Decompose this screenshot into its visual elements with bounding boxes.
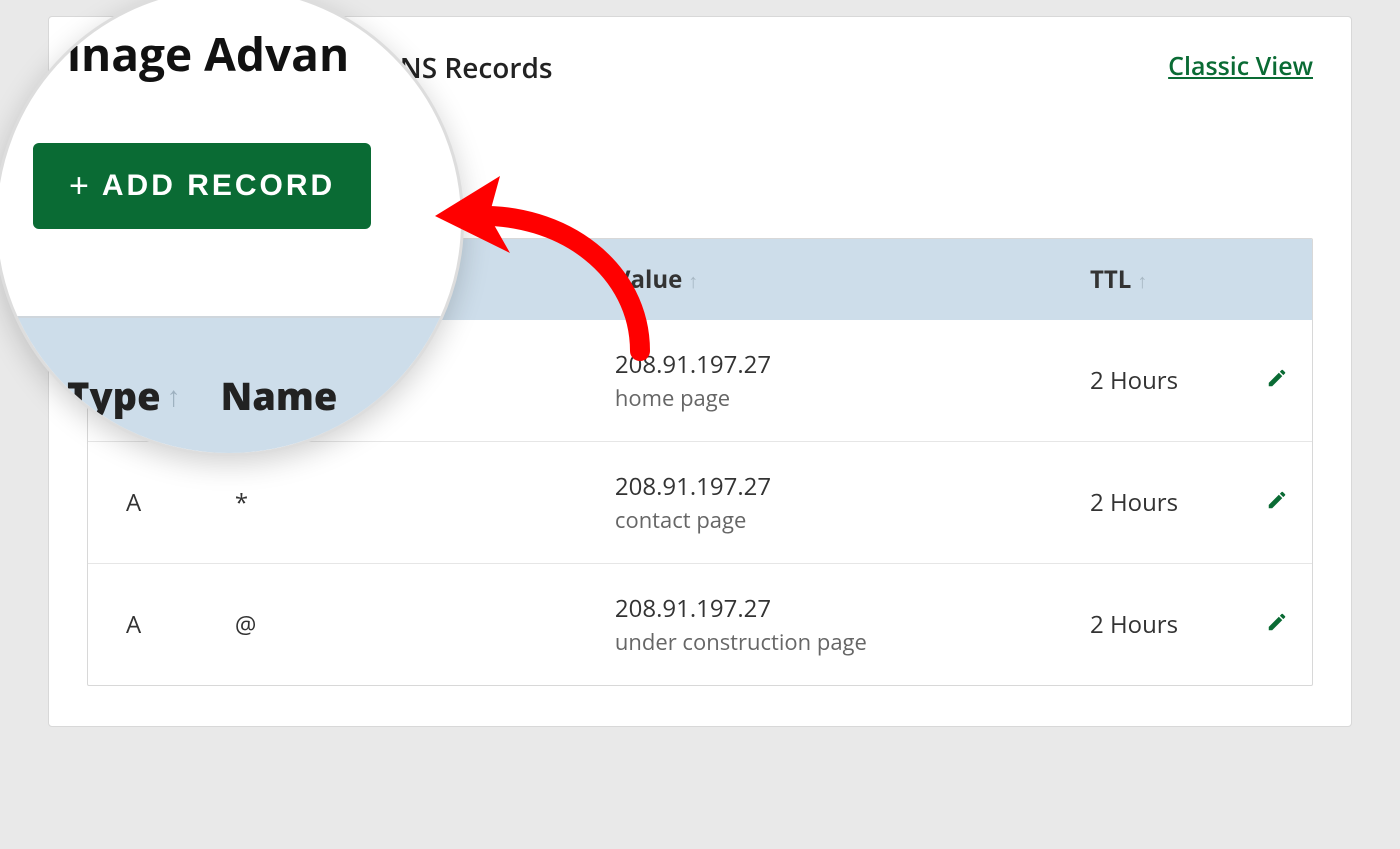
sort-arrow-icon: ↑ (167, 377, 181, 415)
magnified-table-header: Type↑ Name (17, 316, 464, 456)
sort-arrow-icon: ↑ (688, 267, 698, 294)
column-header-ttl[interactable]: TTL↑ (1072, 239, 1242, 320)
table-row: A * 208.91.197.27 contact page 2 Hours (88, 442, 1312, 564)
cell-value: 208.91.197.27 contact page (597, 442, 1072, 564)
cell-name: * (217, 442, 597, 564)
edit-icon[interactable] (1266, 486, 1288, 519)
magnified-column-header-type[interactable]: Type↑ (67, 370, 181, 422)
plus-icon: + (69, 169, 92, 203)
magnified-column-header-name[interactable]: Name (221, 370, 338, 422)
magnified-add-record-button[interactable]: + ADD RECORD (33, 143, 371, 229)
sort-arrow-icon: ↑ (1137, 267, 1147, 294)
cell-value: 208.91.197.27 home page (597, 320, 1072, 442)
cell-name: @ (217, 564, 597, 686)
magnified-page-title: inage Advan (67, 23, 349, 85)
magnified-add-record-label: ADD RECORD (102, 169, 335, 203)
column-header-actions (1242, 239, 1312, 320)
magnifier-overlay: inage Advan + ADD RECORD Type↑ Name (0, 0, 464, 456)
cell-ttl: 2 Hours (1072, 564, 1242, 686)
table-row: A @ 208.91.197.27 under construction pag… (88, 564, 1312, 686)
cell-value: 208.91.197.27 under construction page (597, 564, 1072, 686)
column-header-value[interactable]: Value↑ (597, 239, 1072, 320)
edit-icon[interactable] (1266, 364, 1288, 397)
cell-ttl: 2 Hours (1072, 320, 1242, 442)
classic-view-link[interactable]: Classic View (1168, 49, 1313, 83)
cell-type: A (88, 564, 217, 686)
cell-ttl: 2 Hours (1072, 442, 1242, 564)
edit-icon[interactable] (1266, 608, 1288, 641)
cell-type: A (88, 442, 217, 564)
